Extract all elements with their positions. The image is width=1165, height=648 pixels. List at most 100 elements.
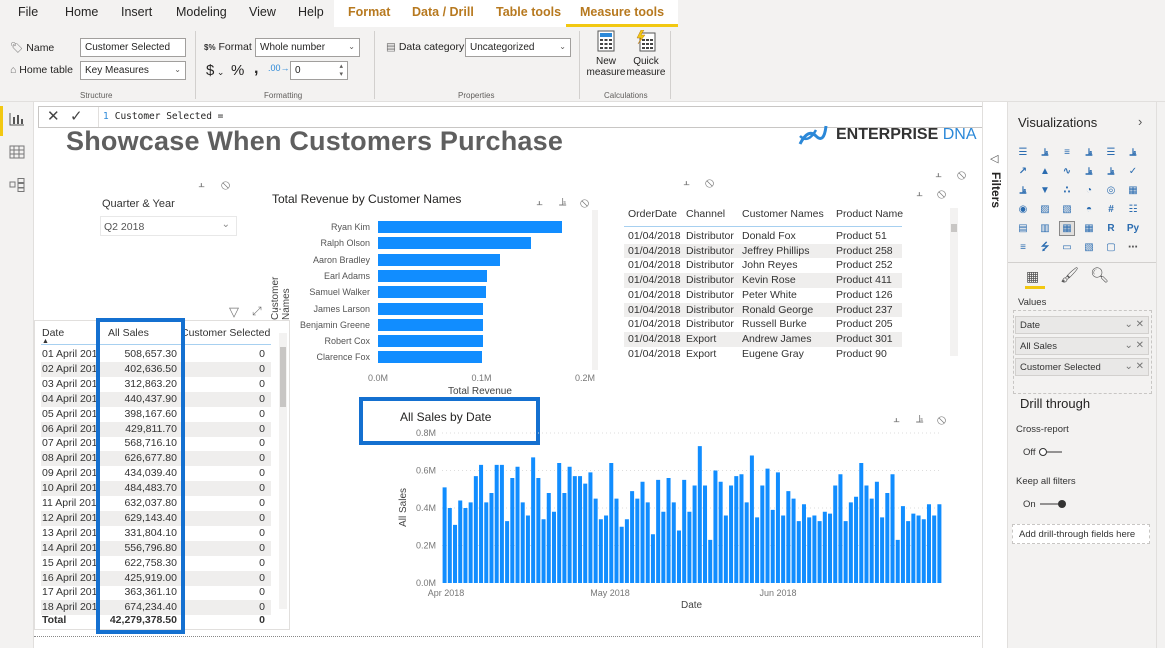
line-column-visual-icon[interactable]: ⫡	[1082, 165, 1096, 178]
slicer-visual-icon[interactable]: ▥	[1038, 222, 1052, 235]
column-bar[interactable]	[828, 513, 833, 583]
smart-narrative-visual-icon[interactable]: ▧	[1082, 241, 1096, 254]
column-bar[interactable]	[479, 464, 484, 583]
column-bar[interactable]	[775, 472, 780, 583]
column-bar[interactable]	[937, 504, 942, 583]
stacked-column-visual-icon[interactable]: ⫡	[1038, 146, 1052, 159]
funnel-visual-icon[interactable]: ▼	[1038, 184, 1052, 197]
column-bar[interactable]	[593, 498, 598, 583]
stacked-bar-visual-icon[interactable]: ☰	[1016, 146, 1030, 159]
column-bar[interactable]	[525, 515, 530, 584]
column-bar[interactable]	[749, 455, 754, 584]
100-column-visual-icon[interactable]: ⫡	[1126, 146, 1140, 159]
kpi-visual-icon[interactable]: ▤	[1016, 222, 1030, 235]
column-bar[interactable]	[916, 515, 921, 584]
donut-visual-icon[interactable]: ◎	[1104, 184, 1118, 197]
more-visual-icon[interactable]: ⋯	[1126, 241, 1140, 254]
column-bar[interactable]	[666, 478, 671, 583]
column-bar[interactable]	[484, 502, 489, 583]
column-bar[interactable]	[515, 466, 520, 583]
column-bar[interactable]	[807, 517, 812, 583]
column-bar[interactable]	[796, 521, 801, 583]
column-bar[interactable]	[598, 519, 603, 583]
remove-field-icon[interactable]: ⌄ ✕	[1124, 319, 1144, 330]
column-bar[interactable]	[739, 474, 744, 583]
column-bar[interactable]	[567, 466, 572, 583]
column-bar[interactable]	[546, 493, 551, 583]
pie-visual-icon[interactable]: ◔	[1082, 184, 1096, 197]
waterfall-visual-icon[interactable]: ⫡	[1016, 184, 1030, 197]
column-bar[interactable]	[687, 511, 692, 583]
column-bar[interactable]	[499, 464, 504, 583]
column-bar[interactable]	[926, 504, 931, 583]
field-date[interactable]: Date ⌄ ✕	[1015, 316, 1149, 334]
map-visual-icon[interactable]: ◉	[1016, 203, 1030, 216]
python-visual-visual-icon[interactable]: Py	[1126, 222, 1140, 235]
column-bar[interactable]	[843, 521, 848, 583]
column-bar[interactable]	[817, 521, 822, 583]
column-bar[interactable]	[671, 502, 676, 583]
column-bar[interactable]	[661, 511, 666, 583]
column-bar[interactable]	[562, 493, 567, 583]
column-bar[interactable]	[723, 515, 728, 584]
column-bar[interactable]	[703, 485, 708, 584]
column-bar[interactable]	[572, 476, 577, 583]
column-bar[interactable]	[588, 472, 593, 583]
column-bar[interactable]	[833, 485, 838, 584]
line-clustered-visual-icon[interactable]: ⫡	[1104, 165, 1118, 178]
column-bar[interactable]	[708, 539, 713, 583]
column-bar[interactable]	[854, 496, 859, 583]
column-bar[interactable]	[781, 515, 786, 584]
paginated-visual-icon[interactable]: ▢	[1104, 241, 1118, 254]
stacked-area-visual-icon[interactable]: ∿	[1060, 165, 1074, 178]
analytics-icon[interactable]: 🔍︎	[1090, 266, 1109, 284]
card-visual-icon[interactable]: #	[1104, 203, 1118, 216]
column-bar[interactable]	[557, 463, 562, 583]
column-bar[interactable]	[635, 498, 640, 583]
column-bar[interactable]	[786, 491, 791, 583]
column-bar[interactable]	[473, 476, 478, 583]
column-bar[interactable]	[630, 491, 635, 583]
shape-map-visual-icon[interactable]: ▧	[1060, 203, 1074, 216]
collapse-pane-chevron-icon[interactable]: ›	[1138, 114, 1142, 129]
column-bar[interactable]	[676, 530, 681, 584]
column-bar[interactable]	[791, 498, 796, 583]
column-bar[interactable]	[520, 502, 525, 583]
column-bar[interactable]	[906, 521, 911, 583]
column-bar[interactable]	[859, 463, 864, 583]
column-bar[interactable]	[505, 521, 510, 583]
column-bar[interactable]	[463, 508, 468, 583]
column-bar[interactable]	[744, 502, 749, 583]
field-all-sales[interactable]: All Sales ⌄ ✕	[1015, 337, 1149, 355]
matrix-visual-icon[interactable]: ▦	[1082, 222, 1096, 235]
100-bar-visual-icon[interactable]: ☰	[1104, 146, 1118, 159]
filled-map-visual-icon[interactable]: ▨	[1038, 203, 1052, 216]
fields-tab-icon[interactable]: ▦	[1026, 268, 1039, 285]
column-bar[interactable]	[578, 476, 583, 583]
column-bar[interactable]	[718, 481, 723, 583]
column-bar[interactable]	[531, 457, 536, 583]
column-bar[interactable]	[895, 539, 900, 583]
key-influencers-visual-icon[interactable]: ≡	[1016, 241, 1030, 254]
column-bar[interactable]	[510, 478, 515, 583]
drill-through-well[interactable]: Add drill-through fields here	[1012, 524, 1150, 544]
column-bar[interactable]	[822, 511, 827, 583]
remove-field-icon[interactable]: ⌄ ✕	[1124, 340, 1144, 351]
column-bar[interactable]	[682, 479, 687, 583]
column-bar[interactable]	[869, 498, 874, 583]
multi-row-card-visual-icon[interactable]: ☷	[1126, 203, 1140, 216]
cross-report-toggle[interactable]: Off	[1023, 447, 1064, 458]
column-bar[interactable]	[885, 493, 890, 583]
format-paint-roller-icon[interactable]: 🖌︎	[1060, 266, 1079, 284]
column-bar[interactable]	[541, 519, 546, 583]
column-bar[interactable]	[489, 493, 494, 583]
field-customer-selected[interactable]: Customer Selected ⌄ ✕	[1015, 358, 1149, 376]
column-bar[interactable]	[442, 487, 447, 583]
column-bar[interactable]	[880, 517, 885, 583]
line-visual-icon[interactable]: ↗	[1016, 165, 1030, 178]
column-bar[interactable]	[874, 481, 879, 583]
r-visual-visual-icon[interactable]: R	[1104, 222, 1118, 235]
column-bar[interactable]	[536, 478, 541, 583]
column-bar[interactable]	[713, 470, 718, 584]
column-bar[interactable]	[729, 485, 734, 584]
